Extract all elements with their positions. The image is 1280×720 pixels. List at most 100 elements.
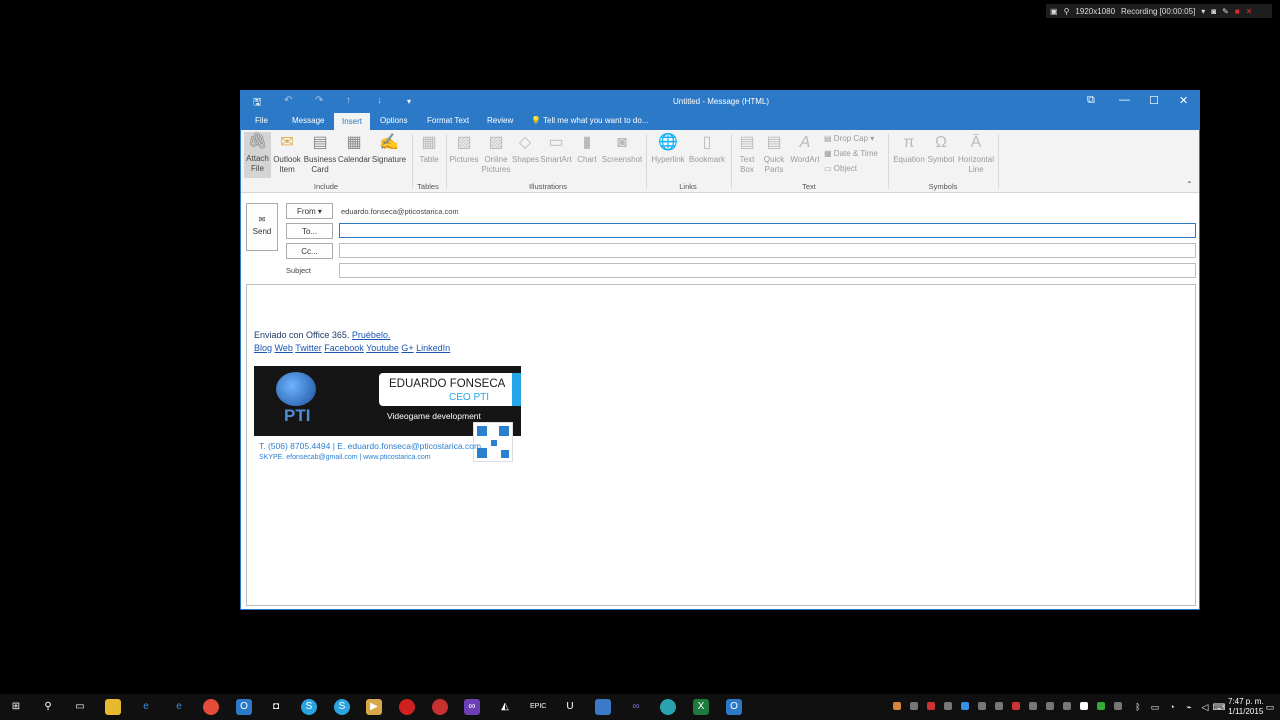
battery-icon[interactable]: ▭ [1147, 699, 1163, 715]
link-blog[interactable]: Blog [254, 343, 272, 353]
wifi-icon[interactable]: ◔ [1164, 699, 1180, 715]
down-arrow-icon[interactable]: ↓ [377, 95, 382, 106]
media-icon[interactable]: ▶ [366, 699, 382, 715]
tray-icon[interactable] [1046, 702, 1054, 710]
screenshot-button[interactable]: ◙ Screenshot [601, 133, 643, 165]
remote-desktop-icon[interactable] [595, 699, 611, 715]
maximize-icon[interactable]: ☐ [1149, 94, 1159, 107]
link-gplus[interactable]: G+ [401, 343, 413, 353]
close-icon[interactable]: ✕ [1179, 94, 1188, 107]
calendar-button[interactable]: ▦ Calendar [338, 133, 370, 165]
link-youtube[interactable]: Youtube [366, 343, 399, 353]
link-linkedin[interactable]: LinkedIn [416, 343, 450, 353]
record-icon[interactable] [399, 699, 415, 715]
try-it-link[interactable]: Pruébelo. [352, 330, 391, 340]
online-pictures-button[interactable]: ▨ Online Pictures [481, 133, 511, 175]
tray-icon[interactable] [1029, 702, 1037, 710]
skype-icon[interactable]: S [301, 699, 317, 715]
network-app-icon[interactable] [660, 699, 676, 715]
tray-icon[interactable] [1063, 702, 1071, 710]
tray-icon[interactable] [1097, 702, 1105, 710]
subject-field[interactable] [339, 263, 1196, 278]
excel-icon[interactable]: X [693, 699, 709, 715]
to-button[interactable]: To... [286, 223, 333, 239]
save-icon[interactable]: 🖫 [253, 95, 262, 112]
tab-options[interactable]: Options [380, 116, 408, 125]
ie-icon[interactable]: e [171, 699, 187, 715]
tab-review[interactable]: Review [487, 116, 513, 125]
up-arrow-icon[interactable]: ↑ [346, 95, 351, 106]
horizontal-line-button[interactable]: Ā Horizontal Line [957, 133, 995, 175]
minimize-icon[interactable]: — [1119, 94, 1130, 106]
wordart-button[interactable]: A WordArt [789, 133, 821, 165]
date-time-button[interactable]: ▦ Date & Time [824, 149, 878, 158]
file-explorer-icon[interactable] [105, 699, 121, 715]
bookmark-button[interactable]: ▯ Bookmark [688, 133, 726, 165]
unity-icon[interactable]: ◭ [497, 699, 513, 715]
ribbon-display-icon[interactable]: ⧉ [1087, 94, 1095, 107]
to-field[interactable] [339, 223, 1196, 238]
quick-parts-button[interactable]: ▤ Quick Parts [761, 133, 787, 175]
visual-studio-icon[interactable]: ∞ [464, 699, 480, 715]
tell-me-box[interactable]: 💡 Tell me what you want to do... [531, 116, 648, 125]
from-button[interactable]: From ▾ [286, 203, 333, 219]
link-facebook[interactable]: Facebook [324, 343, 364, 353]
object-button[interactable]: ▭ Object [824, 164, 857, 173]
tray-icon[interactable] [927, 702, 935, 710]
tab-file[interactable]: File [255, 116, 268, 125]
business-card-button[interactable]: ▤ Business Card [303, 133, 337, 175]
edge-icon[interactable]: e [138, 699, 154, 715]
tray-icon[interactable] [944, 702, 952, 710]
cc-button[interactable]: Cc... [286, 243, 333, 259]
link-web[interactable]: Web [275, 343, 293, 353]
camera-icon[interactable]: ◙ [1211, 7, 1216, 16]
customize-icon[interactable]: ▾ [407, 97, 411, 106]
pause-icon[interactable]: ■ [1235, 7, 1240, 16]
tray-icon[interactable] [961, 702, 969, 710]
visual-studio-2-icon[interactable]: ∞ [628, 699, 644, 715]
link-twitter[interactable]: Twitter [295, 343, 322, 353]
tab-insert[interactable]: Insert [334, 113, 371, 130]
text-box-button[interactable]: ▤ Text Box [734, 133, 760, 175]
attach-file-button[interactable]: 🖇 Attach File [244, 132, 271, 178]
equation-button[interactable]: π Equation [892, 133, 926, 165]
tray-icon[interactable] [1012, 702, 1020, 710]
smartart-button[interactable]: ▭ SmartArt [539, 133, 573, 165]
undo-icon[interactable]: ↶ [284, 95, 292, 106]
drop-cap-button[interactable]: ▤ Drop Cap ▾ [824, 134, 874, 143]
collapse-ribbon-icon[interactable]: ⌃ [1186, 180, 1193, 189]
tab-format-text[interactable]: Format Text [427, 116, 469, 125]
zoom-icon[interactable]: ⚲ [1064, 7, 1070, 16]
close-icon[interactable]: ✕ [1246, 7, 1253, 16]
app-icon[interactable] [432, 699, 448, 715]
outlook-icon[interactable]: O [236, 699, 252, 715]
tray-icon[interactable] [893, 702, 901, 710]
tab-message[interactable]: Message [292, 116, 324, 125]
network-icon[interactable]: ⌁ [1181, 699, 1197, 715]
chrome-icon[interactable] [203, 699, 219, 715]
tray-icon[interactable] [1080, 702, 1088, 710]
epic-games-icon[interactable]: EPIC [530, 699, 546, 715]
chart-button[interactable]: ▮ Chart [575, 133, 599, 165]
outlook-active-icon[interactable]: O [726, 699, 742, 715]
clock[interactable]: 7:47 p. m. 1/11/2015 [1228, 697, 1264, 717]
cc-field[interactable] [339, 243, 1196, 258]
store-icon[interactable]: ◘ [268, 699, 284, 715]
tray-icon[interactable] [978, 702, 986, 710]
pen-icon[interactable]: ✎ [1222, 7, 1229, 16]
bluetooth-icon[interactable]: ᛒ [1130, 699, 1146, 715]
keyboard-icon[interactable]: ⌨ [1211, 699, 1227, 715]
skype-business-icon[interactable]: S [334, 699, 350, 715]
shapes-button[interactable]: ◇ Shapes [512, 133, 539, 165]
message-body[interactable]: Enviado con Office 365. Pruébelo. Blog W… [246, 284, 1196, 606]
signature-button[interactable]: ✍ Signature [371, 133, 407, 165]
outlook-item-button[interactable]: ✉ Outlook Item [272, 133, 302, 175]
task-view-icon[interactable]: ▭ [72, 699, 88, 715]
redo-icon[interactable]: ↷ [315, 95, 323, 106]
tray-icon[interactable] [1114, 702, 1122, 710]
notifications-icon[interactable]: ▭ [1262, 699, 1278, 715]
dropdown-icon[interactable]: ▾ [1201, 7, 1205, 16]
tray-icon[interactable] [995, 702, 1003, 710]
table-button[interactable]: ▦ Table [416, 133, 442, 165]
hyperlink-button[interactable]: 🌐 Hyperlink [650, 133, 686, 165]
